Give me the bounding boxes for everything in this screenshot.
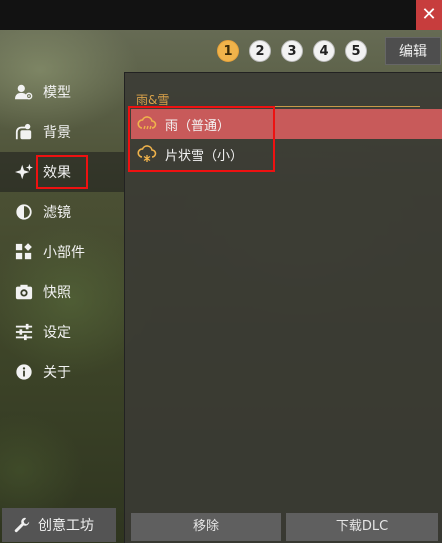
effect-item-label: 雨（普通）	[165, 118, 231, 134]
remove-button[interactable]: 移除	[131, 513, 281, 541]
edit-button[interactable]: 编辑	[385, 37, 441, 65]
group-header: 雨&雪	[136, 91, 420, 107]
sidebar-item-label: 设定	[43, 325, 71, 341]
widgets-icon	[14, 242, 34, 262]
page-button-4[interactable]: 4	[313, 40, 335, 62]
effect-item-snow[interactable]: 片状雪（小）	[131, 139, 442, 169]
sidebar-item-label: 小部件	[43, 245, 85, 261]
workshop-label: 创意工坊	[38, 518, 94, 534]
sidebar-item-label: 快照	[43, 285, 71, 301]
page-button-5[interactable]: 5	[345, 40, 367, 62]
panel-footer: 移除 下载DLC	[125, 511, 442, 543]
sidebar-item-background[interactable]: 背景	[0, 112, 124, 152]
user-settings-icon	[14, 82, 34, 102]
download-dlc-button[interactable]: 下载DLC	[286, 513, 438, 541]
page-button-3[interactable]: 3	[281, 40, 303, 62]
snow-cloud-icon	[137, 145, 157, 162]
page-selector: 1 2 3 4 5	[217, 40, 367, 62]
effects-panel: 雨&雪 雨（普通） 片状雪（小） 移除 下载DLC	[124, 72, 442, 543]
close-button[interactable]: ✕	[416, 0, 442, 30]
effect-item-label: 片状雪（小）	[165, 148, 244, 164]
camera-icon	[14, 282, 34, 302]
sidebar-item-label: 效果	[43, 165, 71, 181]
sidebar-item-about[interactable]: 关于	[0, 352, 124, 392]
sidebar-item-settings[interactable]: 设定	[0, 312, 124, 352]
sidebar-item-label: 关于	[43, 365, 71, 381]
wrench-icon	[14, 517, 30, 533]
sparkle-icon	[14, 162, 34, 182]
title-bar: ✕	[0, 0, 442, 30]
sidebar-item-widgets[interactable]: 小部件	[0, 232, 124, 272]
rain-cloud-icon	[137, 116, 157, 130]
image-icon	[14, 122, 34, 142]
effect-item-rain[interactable]: 雨（普通）	[131, 109, 442, 139]
sidebar-item-effects[interactable]: 效果	[0, 152, 124, 192]
close-icon: ✕	[421, 4, 437, 25]
info-icon	[14, 362, 34, 382]
sidebar-item-label: 模型	[43, 85, 71, 101]
page-button-1[interactable]: 1	[217, 40, 239, 62]
sidebar-item-snapshot[interactable]: 快照	[0, 272, 124, 312]
sidebar-item-label: 滤镜	[43, 205, 71, 221]
sidebar-item-filters[interactable]: 滤镜	[0, 192, 124, 232]
workshop-button[interactable]: 创意工坊	[2, 508, 116, 542]
sliders-icon	[14, 322, 34, 342]
sidebar-item-label: 背景	[43, 125, 71, 141]
sidebar-item-model[interactable]: 模型	[0, 72, 124, 112]
contrast-icon	[14, 202, 34, 222]
page-button-2[interactable]: 2	[249, 40, 271, 62]
